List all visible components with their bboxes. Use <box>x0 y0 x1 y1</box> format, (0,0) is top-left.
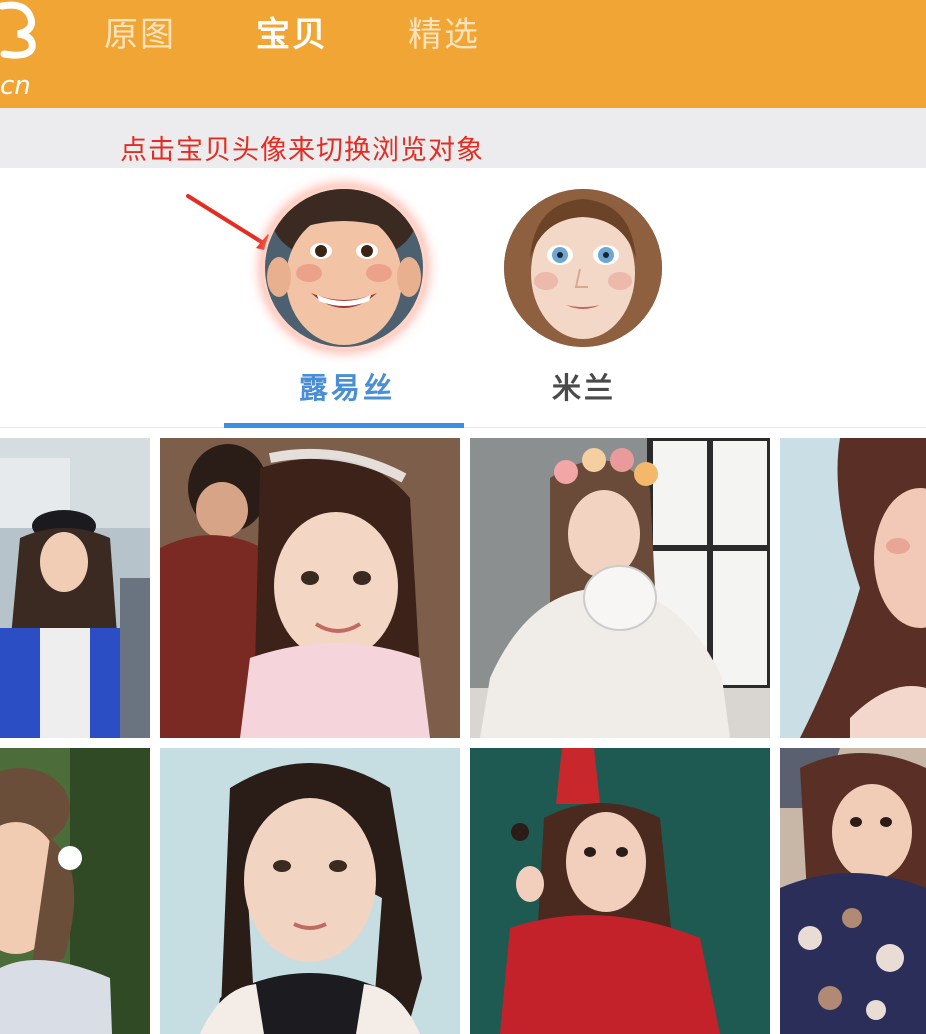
tab-featured[interactable]: 精选 <box>408 12 480 58</box>
photo-thumbnail[interactable] <box>780 748 926 1034</box>
baby-tab-louise[interactable]: 露易丝 <box>299 366 395 410</box>
logo-text: cn <box>0 71 31 101</box>
active-tab-indicator <box>224 423 464 428</box>
photo-thumbnail[interactable] <box>0 438 150 738</box>
photo-thumbnail[interactable] <box>160 438 460 738</box>
photo-thumbnail[interactable] <box>470 748 770 1034</box>
photo-thumbnail[interactable] <box>470 438 770 738</box>
baby-tab-milan[interactable]: 米兰 <box>552 366 616 410</box>
tab-baby[interactable]: 宝贝 <box>256 12 328 58</box>
photo-thumbnail[interactable] <box>780 438 926 738</box>
photo-thumbnail[interactable] <box>160 748 460 1034</box>
photo-thumbnail[interactable] <box>0 748 150 1034</box>
cartoon-logo-icon[interactable]: cn <box>0 0 48 108</box>
app-header: cn 原图 宝贝 精选 <box>0 0 926 108</box>
avatar-louise[interactable] <box>265 189 423 347</box>
tab-original[interactable]: 原图 <box>104 12 176 58</box>
hint-text: 点击宝贝头像来切换浏览对象 <box>120 135 484 166</box>
avatar-milan[interactable] <box>504 189 662 347</box>
